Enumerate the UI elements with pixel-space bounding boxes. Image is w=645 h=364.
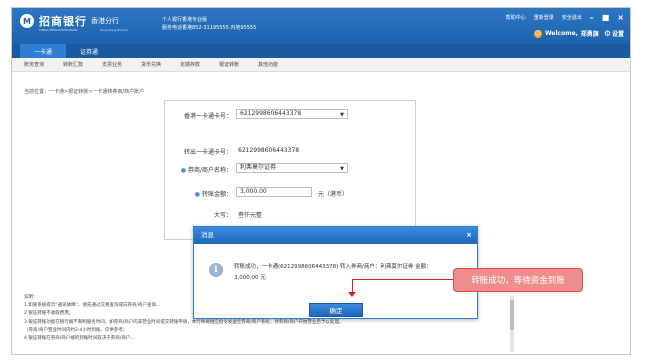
subnav-bank-securities[interactable]: 银证转账 <box>219 58 258 71</box>
merchant-select-value: 利弗莫尔证券 <box>240 164 277 171</box>
cmb-logo-icon: M <box>20 14 34 28</box>
bullet-icon: ● <box>180 167 186 174</box>
subnav-other[interactable]: 其他功能 <box>258 58 297 71</box>
bank-name-en: CHINA MERCHANTS BANK <box>39 28 78 32</box>
annotation-arrow-icon <box>348 292 356 297</box>
note-line: 4.银证转账在券商/商户端的到账时间取决于券商/商户… <box>24 336 135 342</box>
merchant-select[interactable]: 利弗莫尔证券 ▼ <box>236 163 348 173</box>
top-links: 帮助中心 重新登录 安全退出 – ■ × <box>498 13 624 21</box>
minimize-button[interactable]: – <box>590 13 594 21</box>
notes-scrollbar[interactable] <box>510 296 514 352</box>
maximize-button[interactable]: ■ <box>602 13 610 21</box>
dialog-message-line-1: 转账成功，一卡通(6212998606443378) 转入券商/商户：利弗莫尔证… <box>234 264 432 270</box>
subnav-cheque[interactable]: 支票业务 <box>102 58 141 71</box>
subnav-exchange[interactable]: 货币兑换 <box>141 58 180 71</box>
upper-amount-label: 大写： <box>213 212 232 219</box>
smiley-icon: ☺ <box>533 29 542 38</box>
breadcrumb: 当前位置：一卡通>银证转账>一卡通转券商/商户账户 <box>24 89 145 95</box>
help-center-link[interactable]: 帮助中心 <box>506 14 526 21</box>
annotation-callout: 转账成功，等待资金到账 <box>453 268 583 292</box>
header: M 招商银行 香港分行 CHINA MERCHANTS BANK Hong Ko… <box>12 8 630 44</box>
dialog-title: 消息 <box>201 231 214 239</box>
close-icon[interactable]: × <box>466 227 472 244</box>
amount-label-text: 转账金额： <box>201 191 232 198</box>
note-line: （券商/商户营业时间内约2-4小时到账，仅供参考） <box>24 327 128 333</box>
settings-link[interactable]: 设置 <box>612 29 624 38</box>
tab-securities[interactable]: 证券通 <box>66 44 112 58</box>
dialog-header: 消息 × <box>194 227 477 244</box>
main-tabs: 一卡通 证券通 <box>12 44 630 58</box>
success-dialog: 消息 × i 转账成功，一卡通(6212998606443378) 转入券商/商… <box>193 226 478 319</box>
service-line-2: 服务电话香港852-31195555 内地95555 <box>162 25 257 31</box>
bank-logo: M 招商银行 香港分行 <box>20 13 119 29</box>
subnav-deposit[interactable]: 定期存款 <box>180 58 219 71</box>
chevron-down-icon: ▼ <box>340 166 344 172</box>
note-line: 3.银证转账功能在银行端不限制服务时间，如券商/商户的非营业时间提交转账申请，本… <box>24 319 344 325</box>
upper-amount-value: 叁仟元整 <box>238 212 263 219</box>
close-window-button[interactable]: × <box>617 13 624 21</box>
amount-label: ● 转账金额： <box>172 189 232 198</box>
service-description: 个人银行香港专业版 服务电话香港852-31195555 内地95555 <box>162 16 256 32</box>
tab-card[interactable]: 一卡通 <box>20 44 66 58</box>
gear-icon[interactable]: ⚙ <box>604 29 611 38</box>
ok-button[interactable]: 确定 <box>309 303 363 317</box>
merchant-label: ● 券商/商户名称： <box>162 165 232 174</box>
merchant-label-text: 券商/商户名称： <box>187 167 232 174</box>
bullet-icon: ● <box>194 191 200 198</box>
welcome-text: Welcome, <box>544 30 578 37</box>
amount-input-value: 3,000.00 <box>240 188 267 195</box>
out-card-value: 6212998606443378 <box>238 147 300 154</box>
bank-name: 招商银行 <box>39 15 87 28</box>
subnav-account-query[interactable]: 账务查询 <box>24 58 63 71</box>
out-card-label: 转出一卡通卡号： <box>183 149 232 156</box>
safe-exit-link[interactable]: 安全退出 <box>562 14 582 21</box>
app-window: M 招商银行 香港分行 CHINA MERCHANTS BANK Hong Ko… <box>11 7 631 355</box>
branch-name-en: Hong Kong Branch <box>100 28 128 32</box>
branch-name: 香港分行 <box>91 17 119 25</box>
amount-input[interactable]: 3,000.00 <box>236 187 312 197</box>
info-icon: i <box>209 263 223 277</box>
relogin-link[interactable]: 重新登录 <box>534 14 554 21</box>
user-name: 郑勇旗 <box>580 31 599 38</box>
welcome-bar: ☺ Welcome, 郑勇旗 ⚙ 设置 <box>533 29 624 38</box>
amount-unit: 元（港币） <box>318 191 349 198</box>
subnav-transfer[interactable]: 转账汇款 <box>63 58 102 71</box>
service-line-1: 个人银行香港专业版 <box>162 17 208 23</box>
annotation-line <box>352 279 453 280</box>
sub-navigation: 账务查询 转账汇款 支票业务 货币兑换 定期存款 银证转账 其他功能 <box>12 58 630 72</box>
